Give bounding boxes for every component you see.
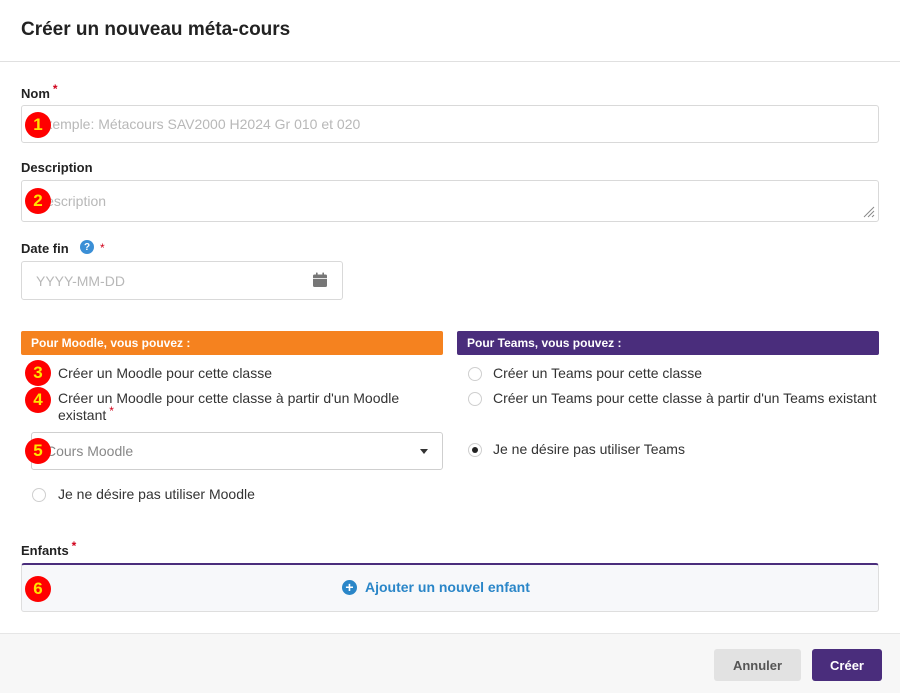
required-asterisk: *: [71, 539, 77, 553]
children-label: Enfants *: [21, 539, 76, 558]
annotation-badge-3: 3: [25, 360, 51, 386]
teams-section-header: Pour Teams, vous pouvez :: [457, 331, 879, 355]
moodle-create-label: Créer un Moodle pour cette classe: [58, 365, 272, 381]
teams-none-radio[interactable]: [468, 443, 482, 457]
children-label-text: Enfants: [21, 543, 69, 558]
moodle-course-select[interactable]: Cours Moodle: [31, 432, 443, 470]
add-child-button[interactable]: + Ajouter un nouvel enfant: [342, 579, 530, 595]
moodle-option-from-existing[interactable]: Créer un Moodle pour cette classe à part…: [31, 390, 443, 426]
cancel-button[interactable]: Annuler: [714, 649, 801, 681]
teams-create-radio[interactable]: [468, 367, 482, 381]
required-asterisk: *: [100, 241, 105, 255]
help-icon[interactable]: ?: [80, 240, 94, 254]
moodle-section-header: Pour Moodle, vous pouvez :: [21, 331, 443, 355]
name-label-text: Nom: [21, 86, 50, 101]
description-textarea[interactable]: [21, 180, 879, 222]
end-date-label: Date fin: [21, 241, 69, 256]
name-input[interactable]: [21, 105, 879, 143]
description-label: Description: [21, 160, 93, 175]
plus-circle-icon: +: [342, 579, 357, 595]
teams-from-existing-label: Créer un Teams pour cette classe à parti…: [493, 390, 877, 406]
required-asterisk: *: [52, 82, 58, 96]
end-date-label-text: Date fin: [21, 241, 69, 256]
dialog-title: Créer un nouveau méta-cours: [21, 19, 291, 40]
annotation-badge-6: 6: [25, 576, 51, 602]
moodle-course-select-placeholder: Cours Moodle: [46, 443, 134, 459]
annotation-badge-1: 1: [25, 112, 51, 138]
teams-create-label: Créer un Teams pour cette classe: [493, 365, 703, 381]
create-button[interactable]: Créer: [812, 649, 882, 681]
annotation-badge-5: 5: [25, 438, 51, 464]
annotation-badge-4: 4: [25, 387, 51, 413]
calendar-icon[interactable]: [312, 272, 328, 288]
dialog-footer: Annuler Créer: [0, 633, 900, 693]
children-list: + Ajouter un nouvel enfant: [21, 563, 879, 612]
moodle-from-existing-label: Créer un Moodle pour cette classe à part…: [58, 390, 443, 425]
moodle-none-radio[interactable]: [32, 488, 46, 502]
add-child-label: Ajouter un nouvel enfant: [365, 579, 530, 595]
teams-from-existing-radio[interactable]: [468, 392, 482, 406]
teams-option-from-existing[interactable]: Créer un Teams pour cette classe à parti…: [467, 390, 879, 426]
name-label: Nom *: [21, 82, 58, 101]
required-asterisk: *: [109, 404, 114, 418]
moodle-none-label: Je ne désire pas utiliser Moodle: [58, 486, 255, 502]
dialog-header: Créer un nouveau méta-cours: [0, 0, 900, 62]
annotation-badge-2: 2: [25, 188, 51, 214]
teams-none-label: Je ne désire pas utiliser Teams: [493, 441, 685, 457]
end-date-input[interactable]: [21, 261, 343, 300]
resize-grip-icon[interactable]: [863, 206, 875, 218]
chevron-down-icon: [420, 449, 428, 454]
